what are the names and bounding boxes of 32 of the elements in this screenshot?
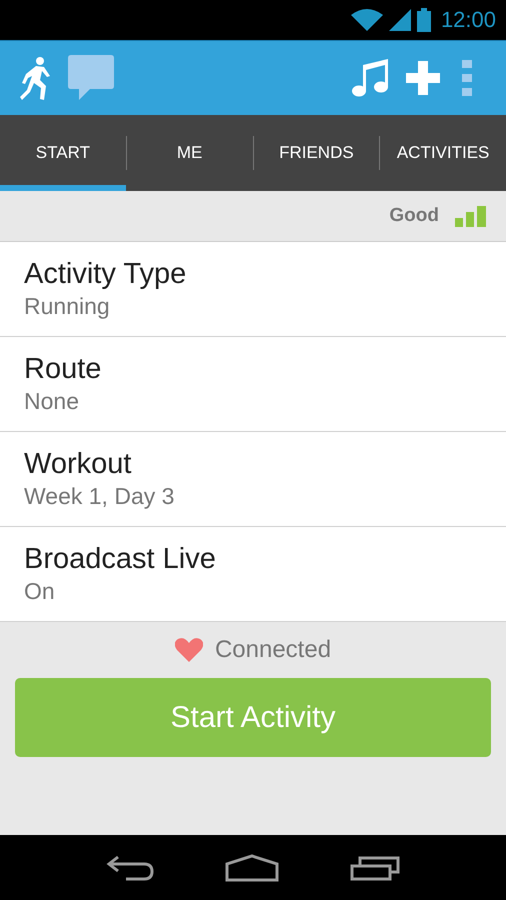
setting-value: Week 1, Day 3 (24, 483, 176, 510)
setting-title: Route (24, 353, 102, 386)
tab[interactable]: ME (126, 115, 252, 191)
tab[interactable]: START (0, 115, 126, 191)
setting-value: Running (24, 293, 111, 320)
setting-row[interactable]: Workout Week 1, Day 3 (0, 432, 506, 527)
setting-title: Broadcast Live (24, 543, 217, 576)
music-note-icon[interactable] (352, 59, 390, 97)
chat-bubble-icon[interactable] (68, 55, 114, 101)
setting-value: On (24, 578, 56, 605)
gps-status: Good (389, 205, 439, 227)
wifi-icon (350, 9, 383, 31)
runner-icon[interactable] (20, 56, 52, 100)
setting-row[interactable]: Activity Type Running (0, 242, 506, 337)
add-icon[interactable] (406, 61, 440, 95)
clock-time: 12:00 (440, 7, 496, 33)
heart-icon (174, 638, 203, 662)
tab[interactable]: FRIENDS (254, 115, 380, 191)
setting-title: Workout (24, 448, 132, 481)
setting-value: None (24, 388, 80, 415)
tab[interactable]: ACTIVITIES (380, 115, 506, 191)
setting-title: Activity Type (24, 258, 188, 291)
setting-row[interactable]: Broadcast Live On (0, 527, 506, 622)
heart-rate-status: Connected (214, 636, 332, 664)
cell-signal-icon (388, 9, 411, 31)
setting-row[interactable]: Route None (0, 337, 506, 432)
signal-bars-icon (455, 206, 487, 226)
battery-icon (416, 8, 431, 32)
recent-apps-icon[interactable] (350, 854, 400, 880)
home-icon[interactable] (224, 854, 279, 882)
overflow-menu-icon[interactable] (462, 60, 472, 96)
back-icon[interactable] (106, 854, 154, 880)
